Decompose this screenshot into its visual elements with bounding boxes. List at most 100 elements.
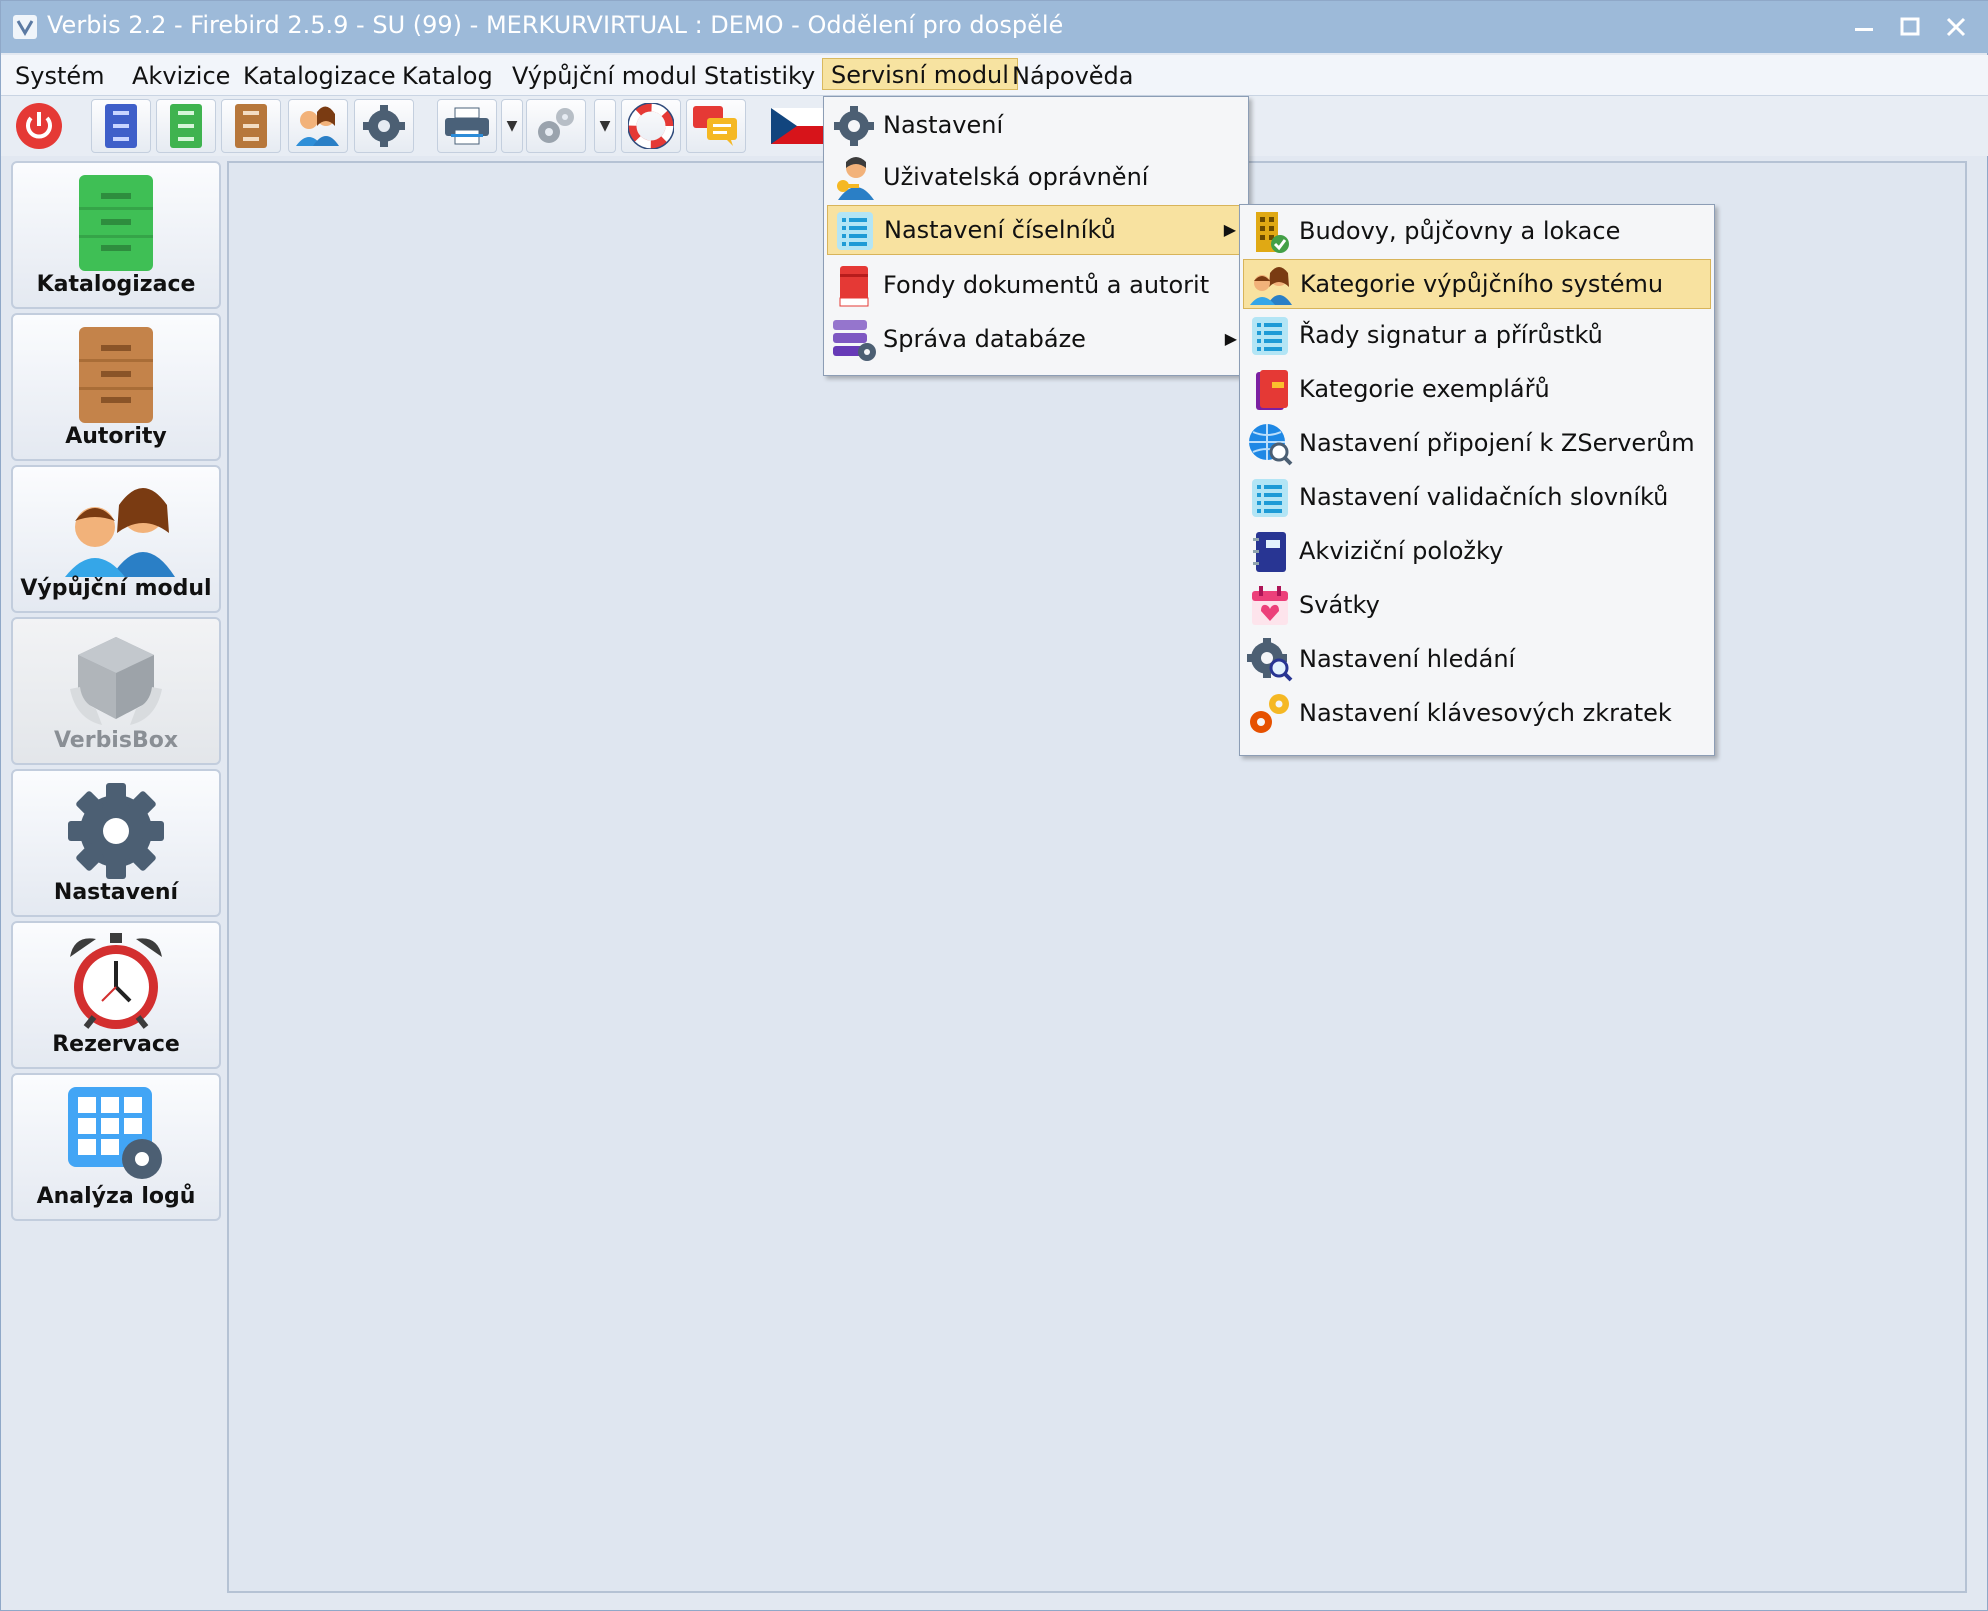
submenu-item-label: Kategorie výpůjčního systému [1300, 270, 1664, 298]
submenu-item-label: Nastavení hledání [1299, 645, 1516, 673]
gears-toolbar-button[interactable] [526, 99, 586, 153]
box-icon [70, 637, 162, 725]
submenu-item-label: Budovy, půjčovny a lokace [1299, 217, 1621, 245]
maximize-button[interactable] [1889, 7, 1931, 47]
brown-cabinet-icon [235, 104, 267, 148]
autority-toolbar-button[interactable] [221, 99, 281, 153]
submenu-item-kategorie-vypujcniho-systemu[interactable]: Kategorie výpůjčního systému [1243, 259, 1711, 309]
sidebar-katalogizace[interactable]: Katalogizace [11, 161, 221, 309]
alarm-clock-icon [70, 933, 162, 1029]
sidebar-analyza-logu[interactable]: Analýza logů [11, 1073, 221, 1221]
exit-button[interactable] [9, 99, 69, 153]
submenu-item-label: Nastavení připojení k ZServerům [1299, 429, 1695, 457]
submenu-arrow-icon: ▶ [1224, 329, 1237, 348]
gear-icon [834, 106, 874, 146]
gears-dropdown-button[interactable]: ▼ [594, 99, 616, 153]
calendar-heart-icon [1252, 586, 1288, 625]
gear-icon [363, 105, 405, 147]
sidebar-label: Rezervace [52, 1032, 180, 1057]
submenu-item-label: Akviziční položky [1299, 537, 1504, 565]
maximize-icon [1900, 17, 1920, 36]
menu-item-nastaveni-ciselniku[interactable]: Nastavení číselníků ▶ [827, 205, 1245, 255]
katalogizace-toolbar-button[interactable] [156, 99, 216, 153]
nastaveni-toolbar-button[interactable] [354, 99, 414, 153]
gear-search-icon [1247, 638, 1293, 682]
globe-search-icon [1249, 424, 1293, 466]
menu-item-nastaveni[interactable]: Nastavení [827, 101, 1245, 151]
window-title: Verbis 2.2 - Firebird 2.5.9 - SU (99) - … [47, 11, 1064, 39]
red-book-icon [839, 266, 869, 307]
minimize-button[interactable] [1843, 7, 1885, 47]
vypujcni-toolbar-button[interactable] [288, 99, 348, 153]
menu-katalogizace[interactable]: Katalogizace [243, 61, 396, 91]
submenu-item-zservery[interactable]: Nastavení připojení k ZServerům [1243, 419, 1711, 469]
minimize-icon [1855, 28, 1873, 31]
list-icon [837, 212, 873, 250]
books-icon [1256, 370, 1288, 410]
blue-cabinet-icon [105, 104, 137, 148]
lifebuoy-icon [628, 103, 674, 149]
menu-napoveda[interactable]: Nápověda [1012, 61, 1134, 91]
close-button[interactable] [1935, 7, 1977, 47]
print-dropdown-button[interactable]: ▼ [501, 99, 523, 153]
menu-katalog[interactable]: Katalog [402, 61, 493, 91]
messages-toolbar-button[interactable] [686, 99, 746, 153]
sidebar-nastaveni[interactable]: Nastavení [11, 769, 221, 917]
sidebar-verbisbox[interactable]: VerbisBox [11, 617, 221, 765]
print-button[interactable] [437, 99, 497, 153]
help-toolbar-button[interactable] [621, 99, 681, 153]
chevron-down-icon: ▼ [506, 118, 518, 134]
menu-item-label: Fondy dokumentů a autorit [883, 271, 1210, 299]
menu-bar: Systém Akvizice Katalogizace Katalog Výp… [1, 55, 1988, 96]
menu-system[interactable]: Systém [15, 61, 105, 91]
menu-akvizice[interactable]: Akvizice [132, 61, 230, 91]
submenu-item-validacni-slovniky[interactable]: Nastavení validačních slovníků [1243, 473, 1711, 523]
submenu-arrow-icon: ▶ [1223, 220, 1236, 239]
chevron-down-icon: ▼ [599, 118, 611, 134]
user-key-icon [837, 157, 874, 200]
gear-icon [68, 783, 164, 879]
menu-item-label: Správa databáze [883, 325, 1086, 353]
users-icon [296, 106, 339, 146]
submenu-item-label: Nastavení klávesových zkratek [1299, 699, 1672, 727]
submenu-item-budovy[interactable]: Budovy, půjčovny a lokace [1243, 207, 1711, 257]
menu-vypujcni-modul[interactable]: Výpůjční modul [512, 61, 697, 91]
submenu-item-nastaveni-hledani[interactable]: Nastavení hledání [1243, 635, 1711, 685]
gears-icon [538, 108, 574, 143]
menu-item-label: Nastavení číselníků [884, 216, 1116, 244]
menu-item-uzivatelska-opravneni[interactable]: Uživatelská oprávnění [827, 153, 1245, 203]
sidebar-vypujcni-modul[interactable]: Výpůjční modul [11, 465, 221, 613]
ciselniky-submenu: Budovy, půjčovny a lokace Kategorie výpů… [1239, 204, 1715, 756]
sidebar-autority[interactable]: Autority [11, 313, 221, 461]
power-icon [16, 103, 62, 149]
language-button[interactable] [771, 99, 823, 153]
notebook-icon [1253, 532, 1286, 572]
orange-gears-icon [1250, 694, 1289, 733]
users-icon [65, 488, 175, 577]
sidebar-label: Analýza logů [36, 1184, 196, 1209]
menu-statistiky[interactable]: Statistiky [704, 61, 815, 91]
akvizice-toolbar-button[interactable] [91, 99, 151, 153]
submenu-item-svatky[interactable]: Svátky [1243, 581, 1711, 631]
submenu-item-klavesove-zkratky[interactable]: Nastavení klávesových zkratek [1243, 689, 1711, 739]
menu-servisni-modul[interactable]: Servisní modul [822, 58, 1018, 90]
sidebar-label: Nastavení [53, 880, 179, 905]
submenu-item-rady-signatur[interactable]: Řady signatur a přírůstků [1243, 311, 1711, 361]
menu-item-label: Nastavení [883, 111, 1004, 139]
menu-item-sprava-databaze[interactable]: Správa databáze ▶ [827, 315, 1245, 365]
submenu-item-label: Kategorie exemplářů [1299, 375, 1550, 403]
menu-item-fondy-dokumentu[interactable]: Fondy dokumentů a autorit [827, 261, 1245, 311]
app-logo-icon [13, 15, 37, 39]
list-icon [1252, 479, 1288, 517]
users-icon [1250, 267, 1292, 305]
submenu-item-kategorie-exemplaru[interactable]: Kategorie exemplářů [1243, 365, 1711, 415]
sidebar-label: VerbisBox [53, 728, 179, 753]
title-bar: Verbis 2.2 - Firebird 2.5.9 - SU (99) - … [1, 1, 1988, 53]
menu-item-label: Uživatelská oprávnění [883, 163, 1149, 191]
chat-icon [693, 106, 737, 146]
submenu-item-akvizicni-polozky[interactable]: Akviziční položky [1243, 527, 1711, 577]
sidebar-rezervace[interactable]: Rezervace [11, 921, 221, 1069]
list-icon [1252, 317, 1288, 355]
close-icon [1946, 17, 1966, 37]
sidebar-label: Autority [65, 424, 167, 449]
